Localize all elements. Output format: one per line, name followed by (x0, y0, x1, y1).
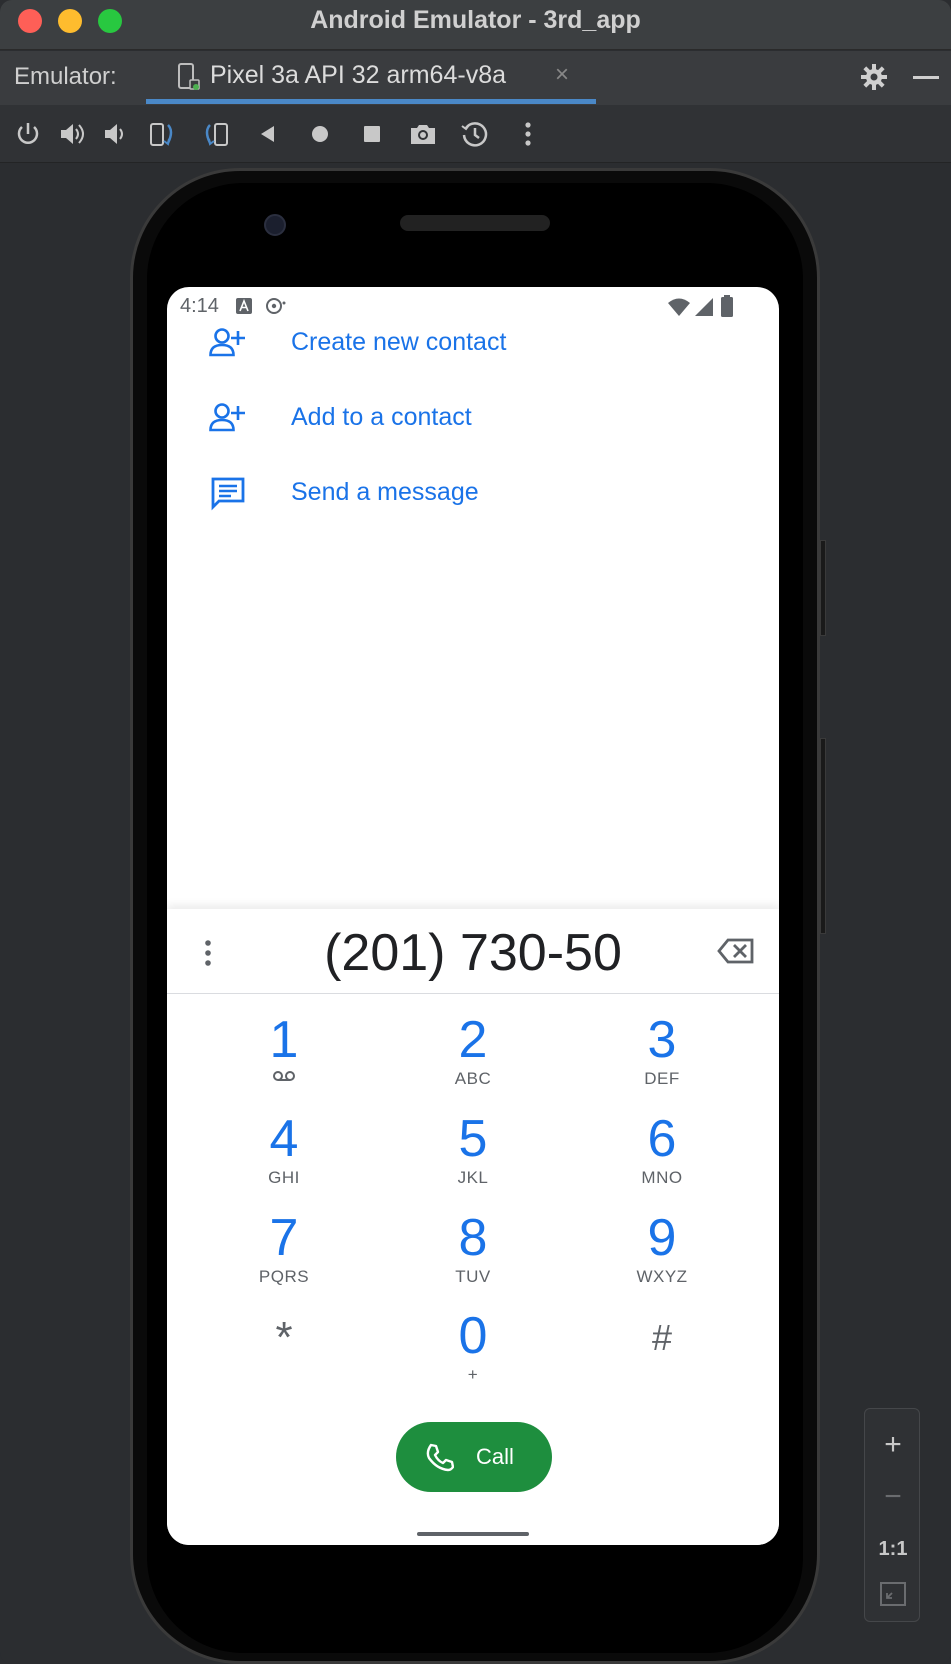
dial-key-star[interactable]: * (204, 1301, 364, 1397)
dial-key-letters: ABC (454, 1069, 492, 1088)
add-person-icon (209, 403, 245, 432)
backspace-icon[interactable] (717, 937, 755, 965)
dial-key-9[interactable]: 9 WXYZ (582, 1209, 742, 1305)
dial-key-5[interactable]: 5 JKL (393, 1110, 553, 1206)
dial-key-0[interactable]: 0 + (393, 1307, 553, 1403)
tab-close-icon[interactable]: × (555, 61, 569, 89)
home-icon[interactable] (305, 119, 335, 149)
dial-key-digit: 8 (458, 1209, 488, 1267)
menu-item-create-new-contact[interactable]: Create new contact (167, 308, 779, 380)
dialed-number-row: (201) 730-50 (167, 909, 779, 994)
back-icon[interactable] (254, 119, 284, 149)
snapshot-icon[interactable] (460, 119, 490, 149)
overflow-menu-icon[interactable] (203, 939, 213, 969)
dial-key-digit: 1 (269, 1011, 299, 1069)
dial-key-digit: 9 (647, 1209, 677, 1267)
zoom-out-button[interactable]: − (865, 1471, 921, 1523)
voicemail-icon (273, 1071, 295, 1081)
dial-key-letters: TUV (455, 1267, 491, 1286)
tab-label: Pixel 3a API 32 arm64-v8a (210, 61, 506, 89)
overview-icon[interactable] (357, 119, 387, 149)
device-icon (178, 63, 200, 90)
more-icon[interactable] (513, 119, 543, 149)
dial-key-pound[interactable]: # (582, 1301, 742, 1397)
dial-key-digit: 7 (269, 1209, 299, 1267)
call-button[interactable]: Call (396, 1422, 552, 1492)
volume-up-icon[interactable] (57, 119, 87, 149)
dial-key-6[interactable]: 6 MNO (582, 1110, 742, 1206)
dial-key-digit: # (651, 1317, 673, 1358)
zoom-actual-size-button[interactable]: 1:1 (865, 1523, 921, 1575)
dial-key-letters: PQRS (258, 1267, 310, 1286)
tab-active-indicator (146, 99, 596, 104)
dialpad: (201) 730-50 1 2 ABC 3 DEF 4 GHI 5 JKL 6… (167, 909, 779, 1545)
phone-volume-rocker[interactable] (820, 738, 826, 934)
dial-key-digit: 2 (458, 1011, 488, 1069)
menu-item-add-to-contact[interactable]: Add to a contact (167, 383, 779, 455)
dial-key-3[interactable]: 3 DEF (582, 1011, 742, 1107)
menu-item-label: Add to a contact (291, 403, 472, 431)
dial-key-digit: 0 (458, 1307, 488, 1365)
window-title: Android Emulator - 3rd_app (310, 6, 641, 34)
dial-key-letters: MNO (641, 1168, 683, 1187)
dial-key-4[interactable]: 4 GHI (204, 1110, 364, 1206)
add-person-icon (209, 328, 245, 357)
emulator-window: Android Emulator - 3rd_app Emulator: Pix… (0, 0, 951, 1664)
rotate-right-icon[interactable] (200, 119, 230, 149)
dial-key-letters: JKL (457, 1168, 489, 1187)
device-screen: 4:14 Create new contact Add to a contact… (167, 287, 779, 1545)
message-icon (211, 477, 245, 511)
dial-key-digit: 6 (647, 1110, 677, 1168)
phone-icon (426, 1443, 454, 1472)
tab-bar: Emulator: Pixel 3a API 32 arm64-v8a × (0, 51, 951, 105)
menu-item-label: Send a message (291, 478, 479, 506)
dial-key-digit: 3 (647, 1011, 677, 1069)
dial-key-7[interactable]: 7 PQRS (204, 1209, 364, 1305)
menu-item-label: Create new contact (291, 328, 507, 356)
fit-screen-icon[interactable] (879, 1581, 907, 1607)
call-label: Call (476, 1444, 514, 1469)
minimize-panel-icon[interactable] (913, 76, 939, 79)
dial-key-letters: + (467, 1365, 479, 1384)
title-bar: Android Emulator - 3rd_app (0, 0, 951, 50)
phone-power-button[interactable] (820, 540, 826, 636)
dial-key-letters: GHI (268, 1168, 300, 1187)
dial-key-digit: 5 (458, 1110, 488, 1168)
emulator-toolbar (0, 105, 951, 163)
power-icon[interactable] (13, 119, 43, 149)
gear-icon[interactable] (860, 63, 888, 91)
dial-key-2[interactable]: 2 ABC (393, 1011, 553, 1107)
dial-key-letters: WXYZ (636, 1267, 688, 1286)
dialed-number[interactable]: (201) 730-50 (227, 923, 719, 983)
dial-key-8[interactable]: 8 TUV (393, 1209, 553, 1305)
emulator-label: Emulator: (14, 63, 117, 90)
gesture-home-bar[interactable] (417, 1532, 529, 1536)
zoom-controls: + − 1:1 (864, 1408, 920, 1622)
front-camera-icon (264, 214, 286, 236)
menu-item-send-message[interactable]: Send a message (167, 458, 779, 530)
zoom-in-button[interactable]: + (865, 1419, 921, 1471)
dial-key-letters: DEF (644, 1069, 680, 1088)
camera-icon[interactable] (408, 119, 438, 149)
rotate-left-icon[interactable] (148, 119, 178, 149)
earpiece-speaker (400, 215, 550, 231)
dial-key-1[interactable]: 1 (204, 1011, 364, 1107)
volume-down-icon[interactable] (101, 119, 131, 149)
dial-key-digit: 4 (269, 1110, 299, 1168)
dial-key-digit: * (275, 1313, 293, 1362)
